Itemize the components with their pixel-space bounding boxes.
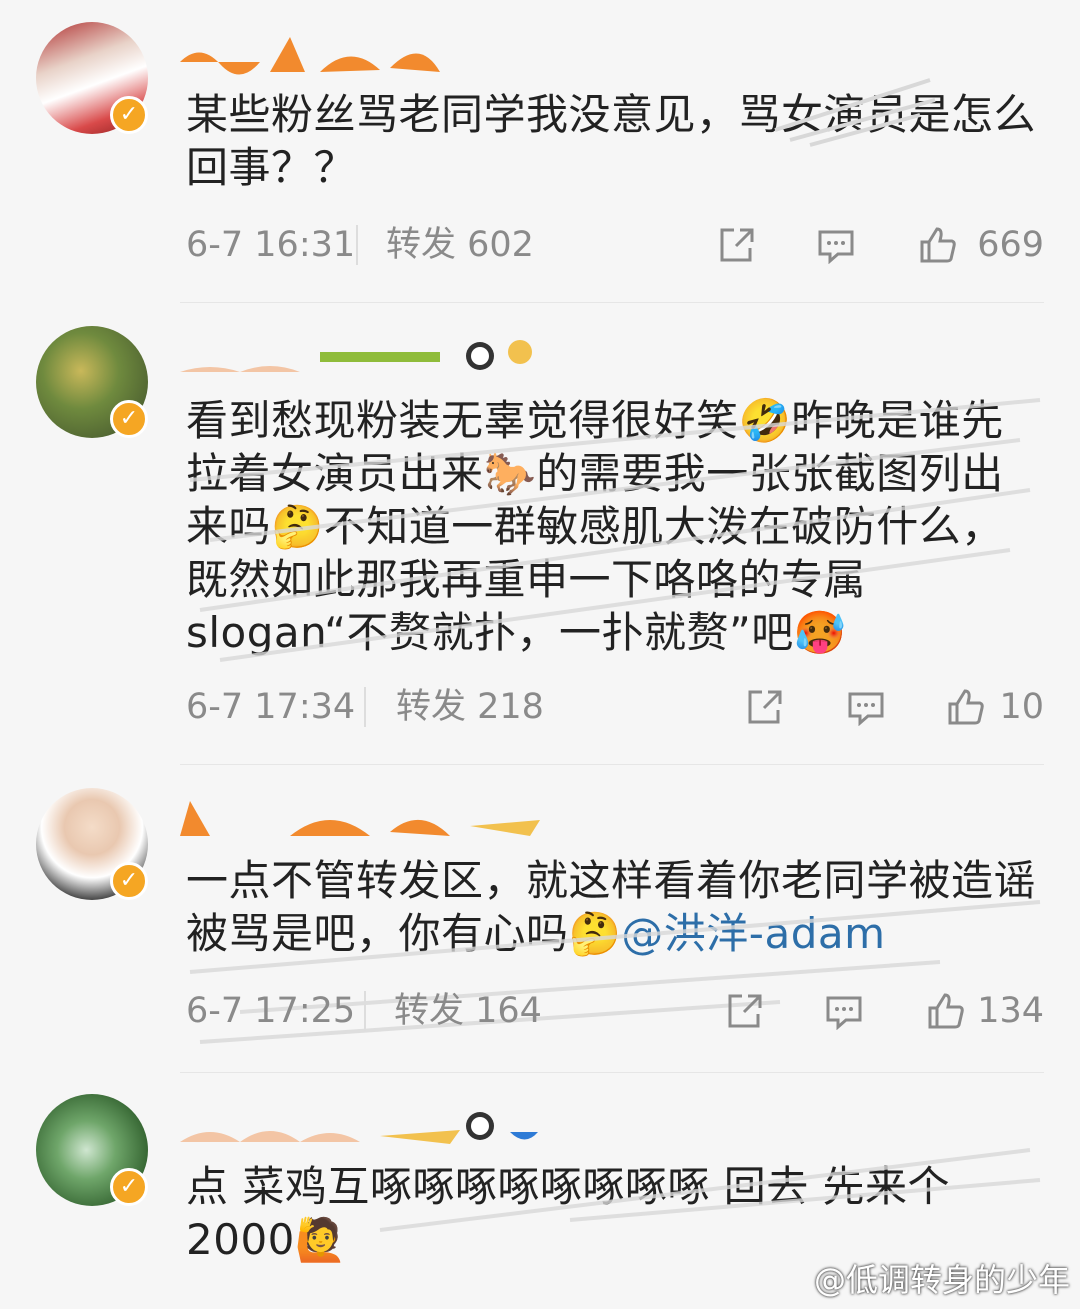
post-divider <box>180 302 1044 303</box>
mention-link[interactable]: @洪洋-adam <box>621 909 885 958</box>
post-text: 一点不管转发区，就这样看着你老同学被造谣被骂是吧，你有心吗🤔@洪洋-adam <box>186 854 1046 960</box>
share-icon[interactable] <box>716 226 756 264</box>
verified-badge-icon: ✓ <box>110 862 148 900</box>
meta-separator <box>356 225 358 265</box>
share-icon[interactable] <box>724 992 764 1030</box>
username-redacted <box>180 340 532 372</box>
post-text: 看到愁现粉装无辜觉得很好笑🤣昨晚是谁先拉着女演员出来🐎的需要我一张张截图列出来吗… <box>186 396 1004 657</box>
like-count: 134 <box>977 991 1044 1031</box>
post-meta: 6-7 16:31 转发 602 669 <box>186 220 1044 270</box>
comment-icon[interactable] <box>846 688 886 726</box>
post-time: 6-7 17:25 <box>186 991 356 1031</box>
repost-count[interactable]: 转发 164 <box>394 986 542 1036</box>
post-body: 一点不管转发区，就这样看着你老同学被造谣被骂是吧，你有心吗🤔 <box>186 856 1037 958</box>
like-count: 669 <box>977 225 1044 265</box>
like-count: 10 <box>999 687 1044 727</box>
meta-separator <box>364 991 366 1031</box>
username-redacted <box>180 801 540 836</box>
post-text: 点 菜鸡互啄啄啄啄啄啄啄啄 回去 先来个2000🙋 <box>186 1162 951 1264</box>
share-icon[interactable] <box>744 688 784 726</box>
post-time: 6-7 17:34 <box>186 687 356 727</box>
post-meta: 6-7 17:34 转发 218 10 <box>186 682 1044 732</box>
username-redacted <box>180 37 440 75</box>
verified-badge-icon: ✓ <box>110 96 148 134</box>
verified-badge-icon: ✓ <box>110 1168 148 1206</box>
post-divider <box>180 1072 1044 1073</box>
post-1: ✓ 某些粉丝骂老同学我没意见，骂女演员是怎么回事？？ 6-7 16:31 转发 … <box>0 0 1080 300</box>
meta-separator <box>364 687 366 727</box>
verified-badge-icon: ✓ <box>110 400 148 438</box>
post-3: ✓ 一点不管转发区，就这样看着你老同学被造谣被骂是吧，你有心吗🤔@洪洋-adam… <box>0 772 1080 1072</box>
watermark: @低调转身的少年 <box>813 1261 1070 1299</box>
post-time: 6-7 16:31 <box>186 225 356 265</box>
repost-count[interactable]: 转发 602 <box>386 220 534 270</box>
post-divider <box>180 764 1044 765</box>
username-redacted <box>180 1112 538 1144</box>
like-icon[interactable] <box>946 688 986 726</box>
repost-count[interactable]: 转发 218 <box>396 682 544 732</box>
comment-icon[interactable] <box>824 992 864 1030</box>
like-icon[interactable] <box>926 992 966 1030</box>
post-2: ✓ 看到愁现粉装无辜觉得很好笑🤣昨晚是谁先拉着女演员出来🐎的需要我一张张截图列出… <box>0 310 1080 750</box>
like-icon[interactable] <box>918 226 958 264</box>
comment-icon[interactable] <box>816 226 856 264</box>
post-text: 某些粉丝骂老同学我没意见，骂女演员是怎么回事？？ <box>186 90 1037 192</box>
post-meta: 6-7 17:25 转发 164 134 <box>186 986 1044 1036</box>
